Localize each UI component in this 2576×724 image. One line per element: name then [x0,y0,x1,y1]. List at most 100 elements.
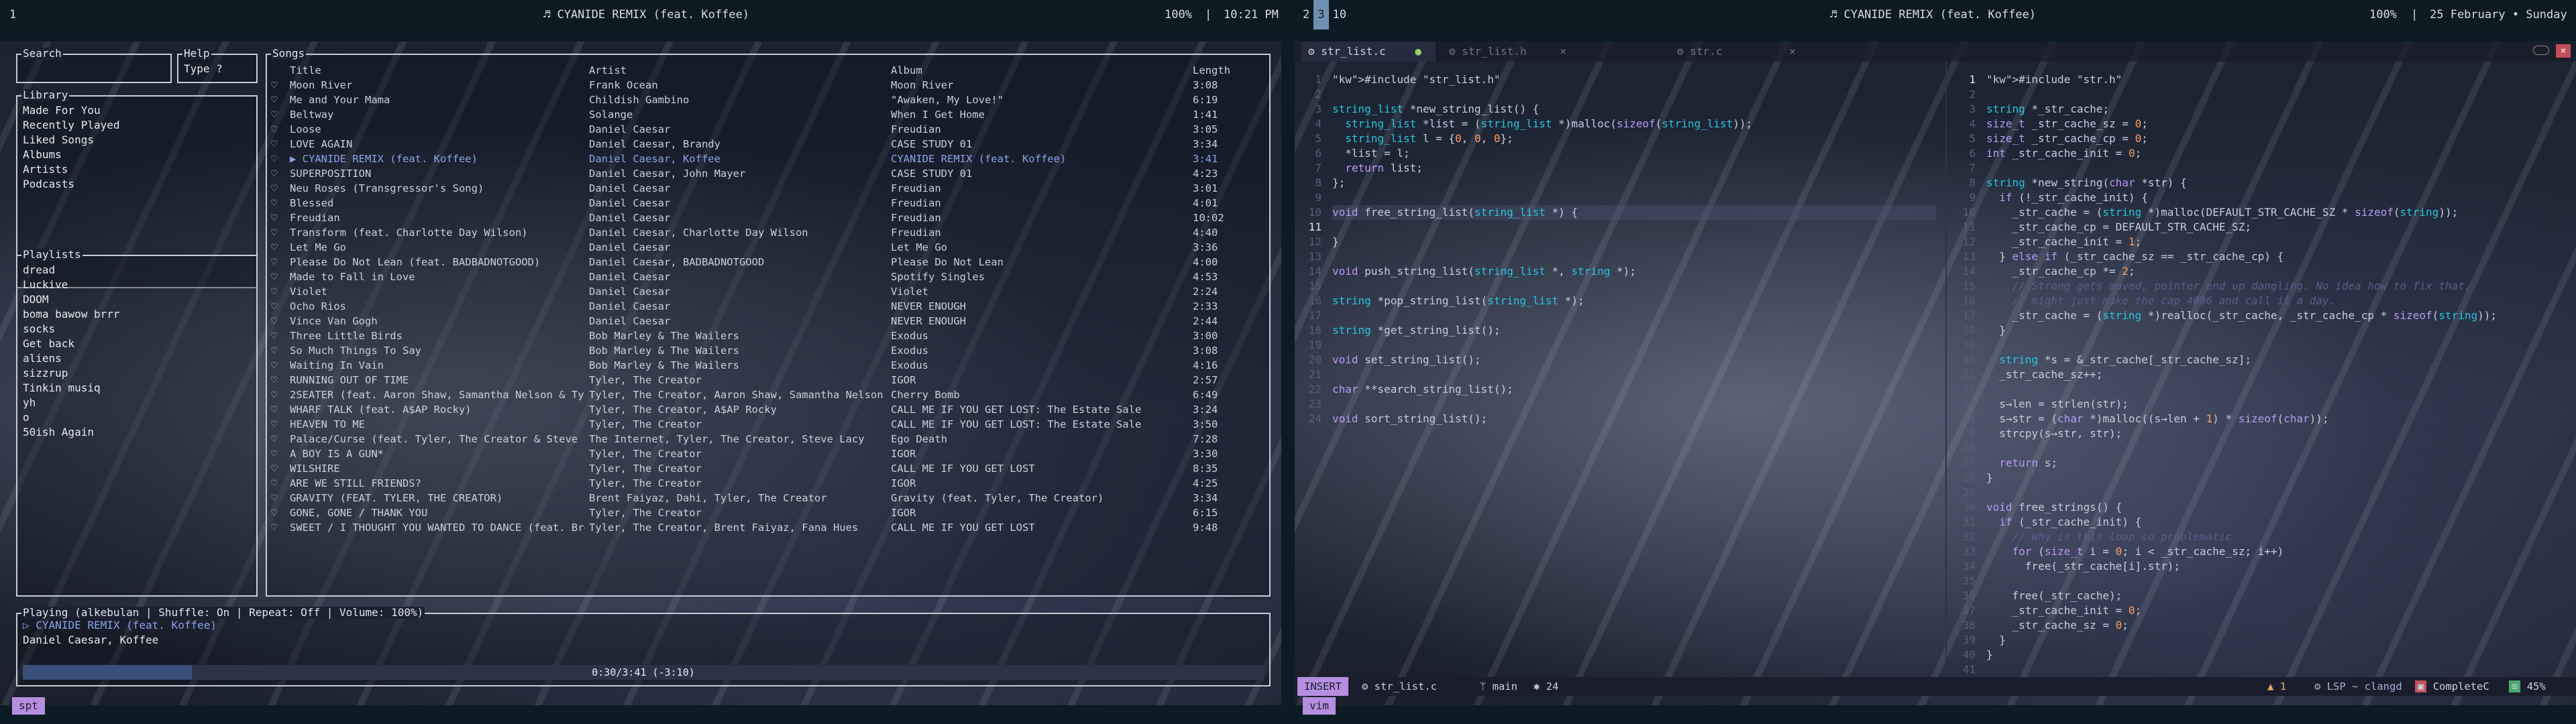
col-length-header[interactable]: Length [1193,63,1260,78]
tab-str-list-h[interactable]: ⚙ str_list.h × [1442,42,1597,62]
heart-icon[interactable]: ♡ [271,328,284,343]
heart-icon[interactable]: ♡ [271,269,284,284]
code-line[interactable]: return s; [1986,456,2570,471]
code-line[interactable]: _str_cache_cp *= 2; [1986,264,2570,279]
code-line[interactable]: free(_str_cache); [1986,589,2570,603]
library-item[interactable]: Albums [23,147,62,162]
split-divider[interactable] [1945,62,1947,676]
table-row[interactable]: ♡ Three Little Birds Bob Marley & The Wail… [267,328,1269,343]
code-line[interactable]: return list; [1332,161,1936,176]
code-line[interactable] [1986,161,2570,176]
table-row[interactable]: ♡ Loose Daniel Caesar Freudian 3:05 [267,122,1269,137]
heart-icon[interactable]: ♡ [271,107,284,122]
code-line[interactable] [1986,662,2570,677]
code-line[interactable]: } [1332,235,1936,249]
code-line[interactable] [1332,338,1936,353]
code-line[interactable]: _str_cache_cp = DEFAULT_STR_CACHE_SZ; [1986,220,2570,235]
code-line[interactable]: string *new_string(char *str) { [1986,176,2570,190]
code-line[interactable]: _str_cache_init = 0; [1986,603,2570,618]
code-line[interactable]: string *s = &_str_cache[_str_cache_sz]; [1986,353,2570,367]
heart-icon[interactable]: ♡ [271,373,284,387]
code-line[interactable]: size_t _str_cache_sz = 0; [1986,117,2570,131]
library-item[interactable]: Podcasts [23,177,74,192]
code-line[interactable]: void free_string_list(string_list *) { [1332,205,1936,220]
table-row[interactable]: ♡ RUNNING OUT OF TIME Tyler, The Creator IG… [267,373,1269,387]
playlist-item[interactable]: Tinkin musiq [23,381,101,396]
code-line[interactable]: void sort_string_list(); [1332,412,1936,426]
code-line[interactable]: "kw">#include "str.h" [1986,72,2570,87]
code-line[interactable]: string_list l = {0, 0, 0}; [1332,131,1936,146]
code-line[interactable]: } [1986,633,2570,648]
table-row[interactable]: ♡ Let Me Go Daniel Caesar Let Me Go 3:36 [267,240,1269,255]
help-box[interactable]: Help Type ? [177,48,258,83]
heart-icon[interactable]: ♡ [271,432,284,446]
code-line[interactable]: // Why is this loop so problematic [1986,530,2570,544]
close-window-icon[interactable]: × [2556,44,2571,58]
playlist-item[interactable]: Luckive [23,278,68,292]
code-line[interactable]: strcpy(s→str, str); [1986,426,2570,441]
playlist-item[interactable]: dread [23,263,55,278]
heart-icon[interactable]: ♡ [271,284,284,299]
close-icon[interactable]: × [1560,45,1566,58]
code-line[interactable]: } [1986,648,2570,662]
table-row[interactable]: ♡ WILSHIRE Tyler, The Creator CALL ME IF YO… [267,461,1269,476]
code-line[interactable]: } else if (_str_cache_sz == _str_cache_c… [1986,249,2570,264]
heart-icon[interactable]: ♡ [271,520,284,535]
heart-icon[interactable]: ♡ [271,491,284,505]
heart-icon[interactable]: ♡ [271,505,284,520]
table-row[interactable]: ♡ Freudian Daniel Caesar Freudian 10:02 [267,210,1269,225]
playlist-item[interactable]: DOOM [23,292,49,307]
table-row[interactable]: ♡ LOVE AGAIN Daniel Caesar, Brandy CASE STU… [267,137,1269,152]
toggle-icon[interactable] [2533,46,2549,55]
table-row[interactable]: ♡ HEAVEN TO ME Tyler, The Creator CALL ME I… [267,417,1269,432]
heart-icon[interactable]: ♡ [271,299,284,314]
code-line[interactable]: "kw">#include "str_list.h" [1332,72,1936,87]
col-album-header[interactable]: Album [891,63,1186,78]
library-item[interactable]: Liked Songs [23,133,94,147]
tab-str-list-c[interactable]: ⚙ str_list.c ● [1301,42,1436,62]
playlist-item[interactable]: yh [23,396,36,410]
code-line[interactable] [1986,485,2570,500]
heart-icon[interactable]: ♡ [271,446,284,461]
code-line[interactable] [1986,338,2570,353]
heart-icon[interactable]: ♡ [271,314,284,328]
heart-icon[interactable]: ♡ [271,461,284,476]
close-icon[interactable]: × [1789,45,1796,58]
library-item[interactable]: Recently Played [23,118,120,133]
playlist-item[interactable]: Get back [23,337,74,351]
code-line[interactable]: string *get_string_list(); [1332,323,1936,338]
code-line[interactable]: } [1986,323,2570,338]
code-line[interactable]: char **search_string_list(); [1332,382,1936,397]
code-line[interactable]: free(_str_cache[i].str); [1986,559,2570,574]
code-line[interactable] [1332,190,1936,205]
heart-icon[interactable]: ♡ [271,343,284,358]
code-line[interactable]: _str_cache = (string *)malloc(DEFAULT_ST… [1986,205,2570,220]
table-row[interactable]: ♡ Violet Daniel Caesar Violet 2:24 [267,284,1269,299]
table-row[interactable]: ♡ Blessed Daniel Caesar Freudian 4:01 [267,196,1269,210]
code-line[interactable] [1332,249,1936,264]
playlist-item[interactable]: socks [23,322,55,337]
workspace-indicator-left[interactable]: 1 [9,0,16,29]
code-line[interactable] [1986,382,2570,397]
table-row[interactable]: ♡ WHARF TALK (feat. A$AP Rocky) Tyler, The… [267,402,1269,417]
code-line[interactable] [1986,574,2570,589]
workspace-3[interactable]: 3 [1313,0,1329,29]
code-line[interactable]: string_list *new_string_list() { [1332,102,1936,117]
table-row[interactable]: ♡ Moon River Frank Ocean Moon River 3:08 [267,78,1269,93]
code-line[interactable]: _str_cache_sz++; [1986,367,2570,382]
table-row[interactable]: ♡ Vince Van Gogh Daniel Caesar NEVER ENOUGH… [267,314,1269,328]
code-line[interactable]: string *pop_string_list(string_list *); [1332,294,1936,308]
workspace-2[interactable]: 2 [1299,0,1313,29]
code-line[interactable] [1332,220,1936,235]
heart-icon[interactable]: ♡ [271,196,284,210]
table-row[interactable]: ♡ Ocho Rios Daniel Caesar NEVER ENOUGH 2:33 [267,299,1269,314]
code-line[interactable]: s→str = (char *)malloc((s→len + 1) * siz… [1986,412,2570,426]
table-row[interactable]: ♡ A BOY IS A GUN* Tyler, The Creator IGOR 3:… [267,446,1269,461]
code-line[interactable] [1332,308,1936,323]
right-split[interactable]: 1 2 3 4 5 6 7 8 9 10 11 12 13 14 15 16 17 18 19 20 21 22 23 24 2… [1949,62,2576,676]
playlist-item[interactable]: aliens [23,351,62,366]
code-line[interactable]: if (_str_cache_init) { [1986,515,2570,530]
workspace-10[interactable]: 10 [1329,0,1350,29]
search-box[interactable]: Search [16,48,172,83]
code-line[interactable] [1986,87,2570,102]
